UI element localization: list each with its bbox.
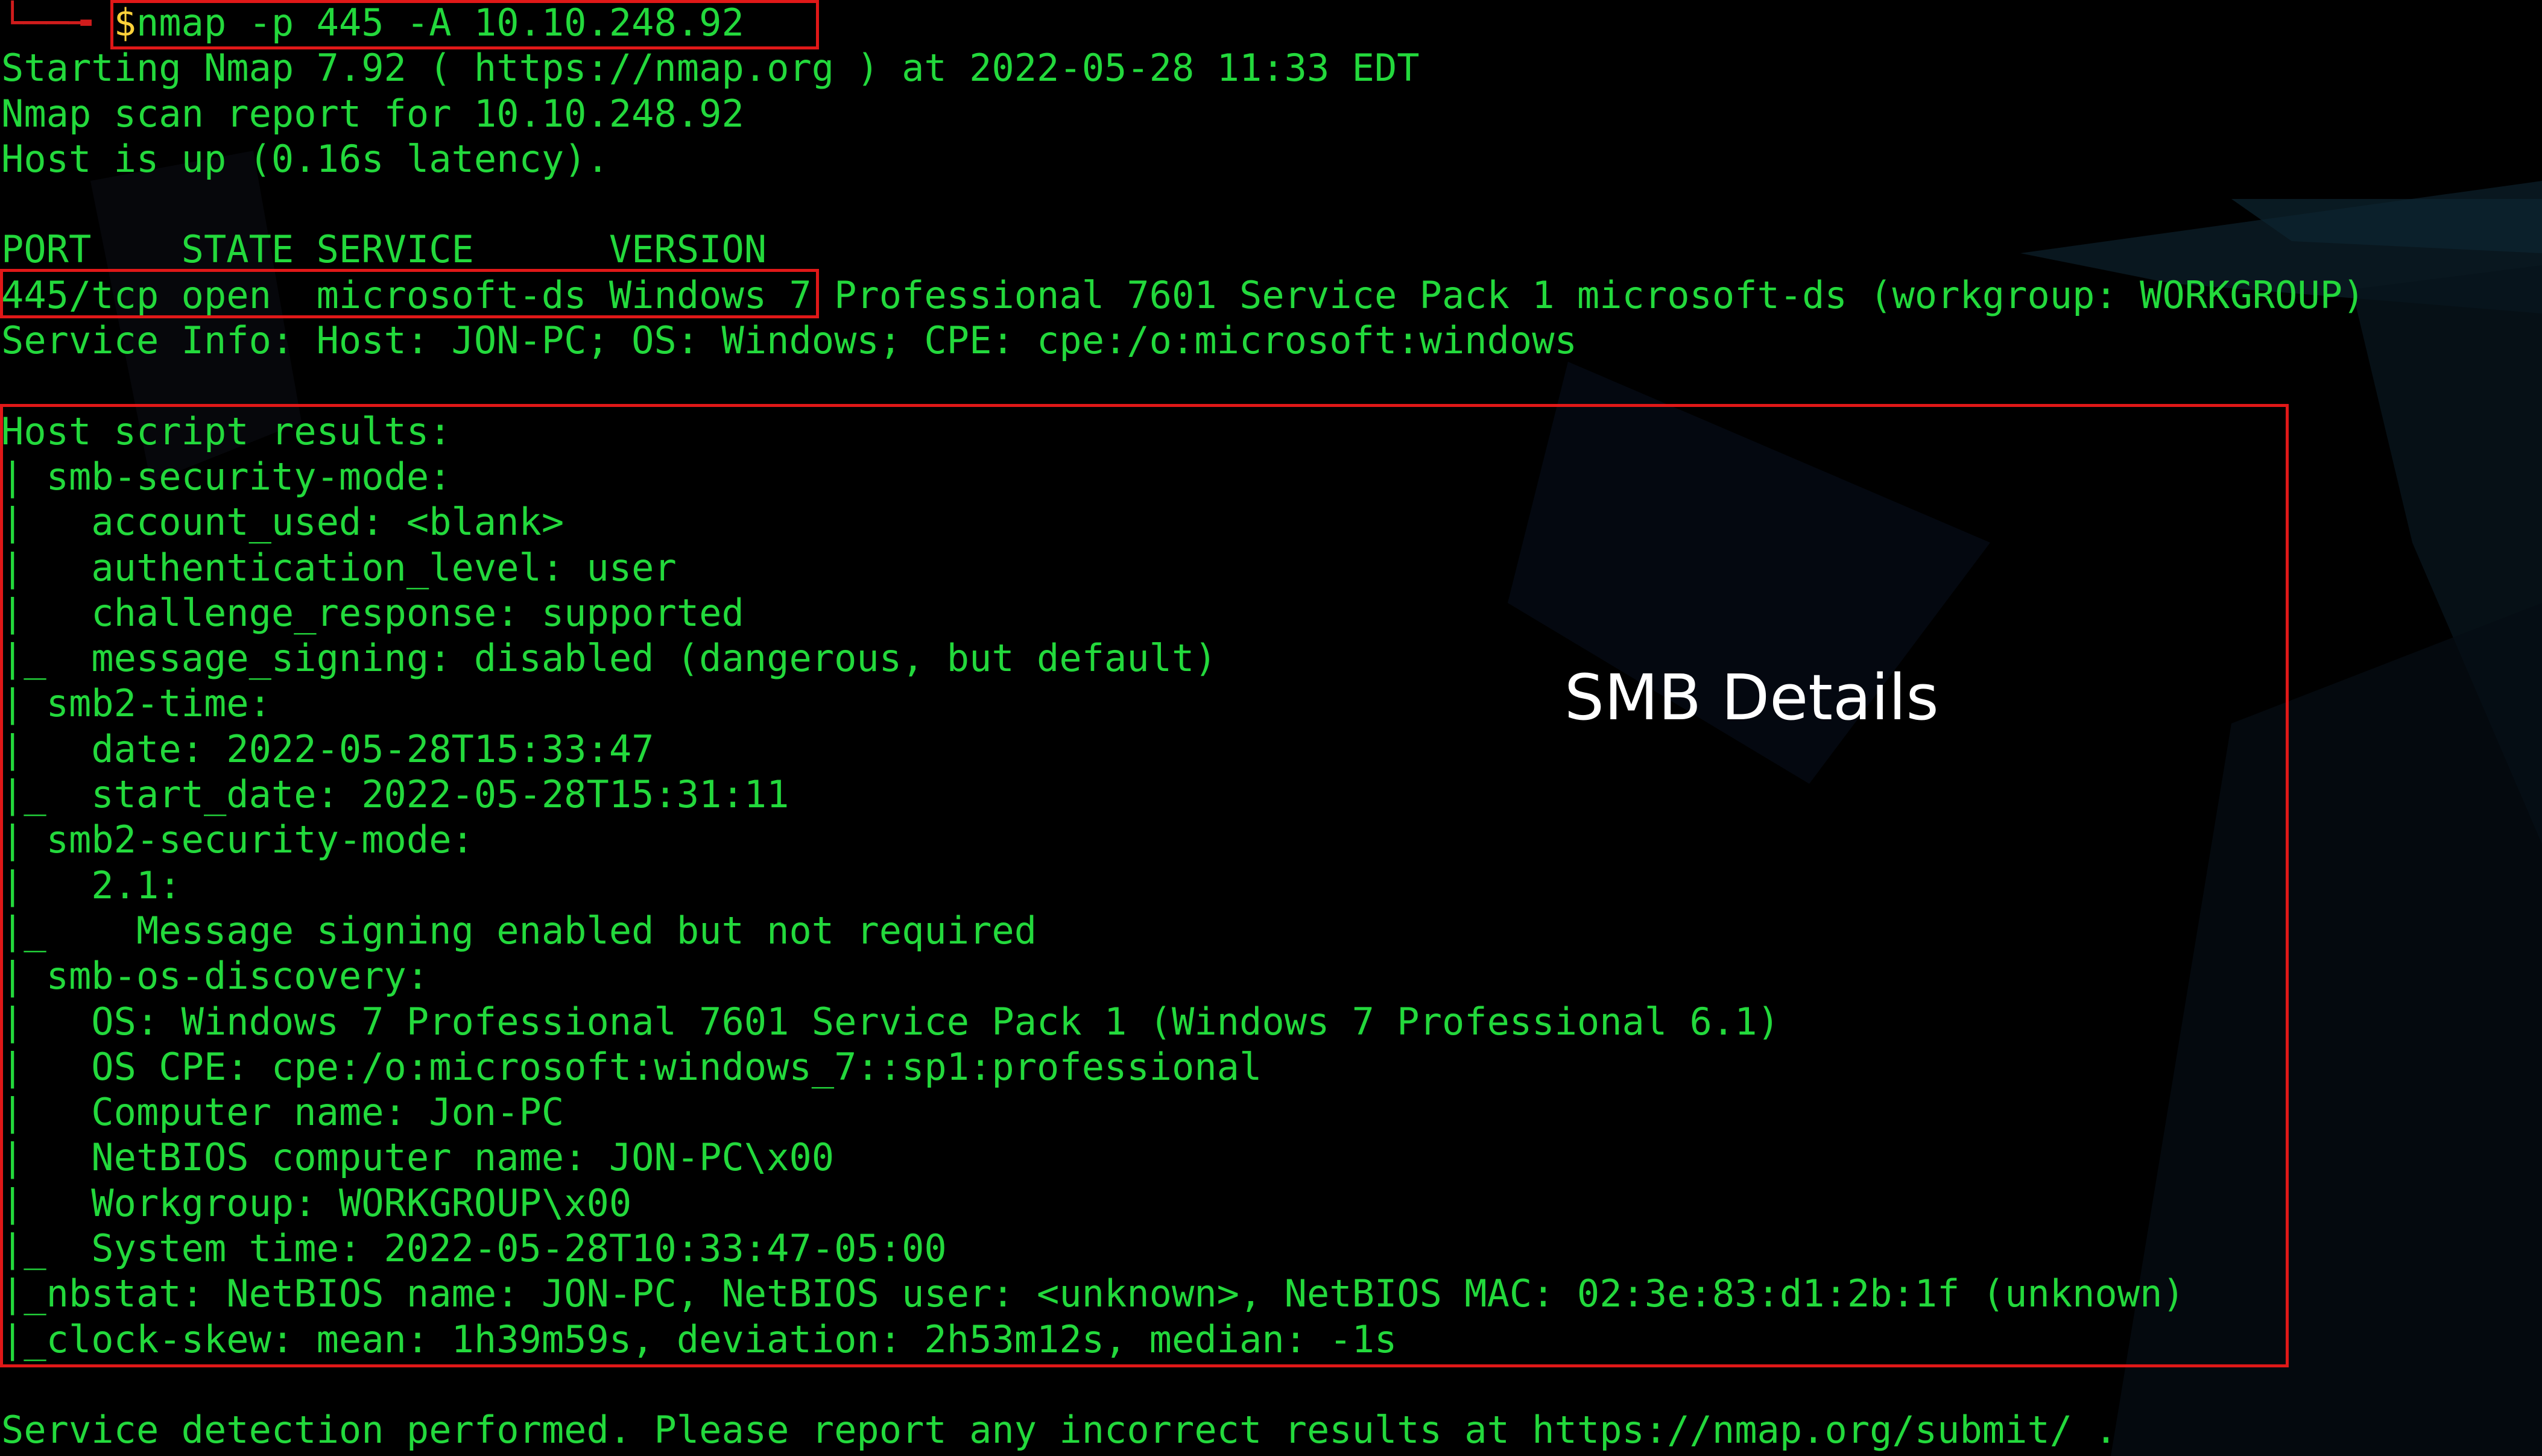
- output-line: | authentication_level: user: [1, 545, 677, 590]
- output-line: |_ message_signing: disabled (dangerous,…: [1, 636, 1217, 681]
- output-line: | account_used: <blank>: [1, 500, 564, 544]
- output-line: |_ System time: 2022-05-28T10:33:47-05:0…: [1, 1226, 947, 1271]
- output-line: |_ start_date: 2022-05-28T15:31:11: [1, 772, 789, 817]
- smb-details-annotation: SMB Details: [1564, 661, 1939, 734]
- command-text: nmap -p 445 -A 10.10.248.92: [136, 1, 744, 45]
- output-line: | OS: Windows 7 Professional 7601 Servic…: [1, 999, 1780, 1044]
- output-line: |_nbstat: NetBIOS name: JON-PC, NetBIOS …: [1, 1272, 2185, 1316]
- output-line: | NetBIOS computer name: JON-PC\x00: [1, 1135, 835, 1180]
- output-line: | Computer name: Jon-PC: [1, 1090, 564, 1135]
- output-line: Host is up (0.16s latency).: [1, 136, 609, 181]
- prompt-line: └──╼ $nmap -p 445 -A 10.10.248.92: [1, 0, 2540, 45]
- output-line: Service Info: Host: JON-PC; OS: Windows;…: [1, 318, 1577, 363]
- prompt-arrow-icon: └──╼: [1, 1, 114, 45]
- output-line: Starting Nmap 7.92 ( https://nmap.org ) …: [1, 46, 1420, 90]
- output-line: | date: 2022-05-28T15:33:47: [1, 726, 654, 771]
- output-line: | smb2-time:: [1, 681, 271, 726]
- output-line: | smb2-security-mode:: [1, 818, 474, 862]
- output-line: | Workgroup: WORKGROUP\x00: [1, 1180, 632, 1225]
- output-line: Nmap scan report for 10.10.248.92: [1, 91, 744, 136]
- output-line: 445/tcp open microsoft-ds Windows 7 Prof…: [1, 273, 2365, 317]
- output-line: | smb-os-discovery:: [1, 954, 429, 998]
- terminal-output: └──╼ $nmap -p 445 -A 10.10.248.92 Starti…: [1, 0, 2540, 1453]
- output-line: | challenge_response: supported: [1, 590, 744, 635]
- output-line: | 2.1:: [1, 863, 182, 907]
- output-line: Service detection performed. Please repo…: [1, 1408, 2117, 1452]
- output-line: |_ Message signing enabled but not requi…: [1, 908, 1037, 953]
- output-line: PORT STATE SERVICE VERSION: [1, 227, 767, 272]
- output-line: |_clock-skew: mean: 1h39m59s, deviation:…: [1, 1317, 1397, 1361]
- output-line: | smb-security-mode:: [1, 454, 452, 499]
- prompt-symbol: $: [113, 1, 136, 45]
- output-line: | OS CPE: cpe:/o:microsoft:windows_7::sp…: [1, 1044, 1262, 1089]
- terminal-window[interactable]: └──╼ $nmap -p 445 -A 10.10.248.92 Starti…: [0, 0, 2542, 1456]
- output-line: Host script results:: [1, 409, 452, 453]
